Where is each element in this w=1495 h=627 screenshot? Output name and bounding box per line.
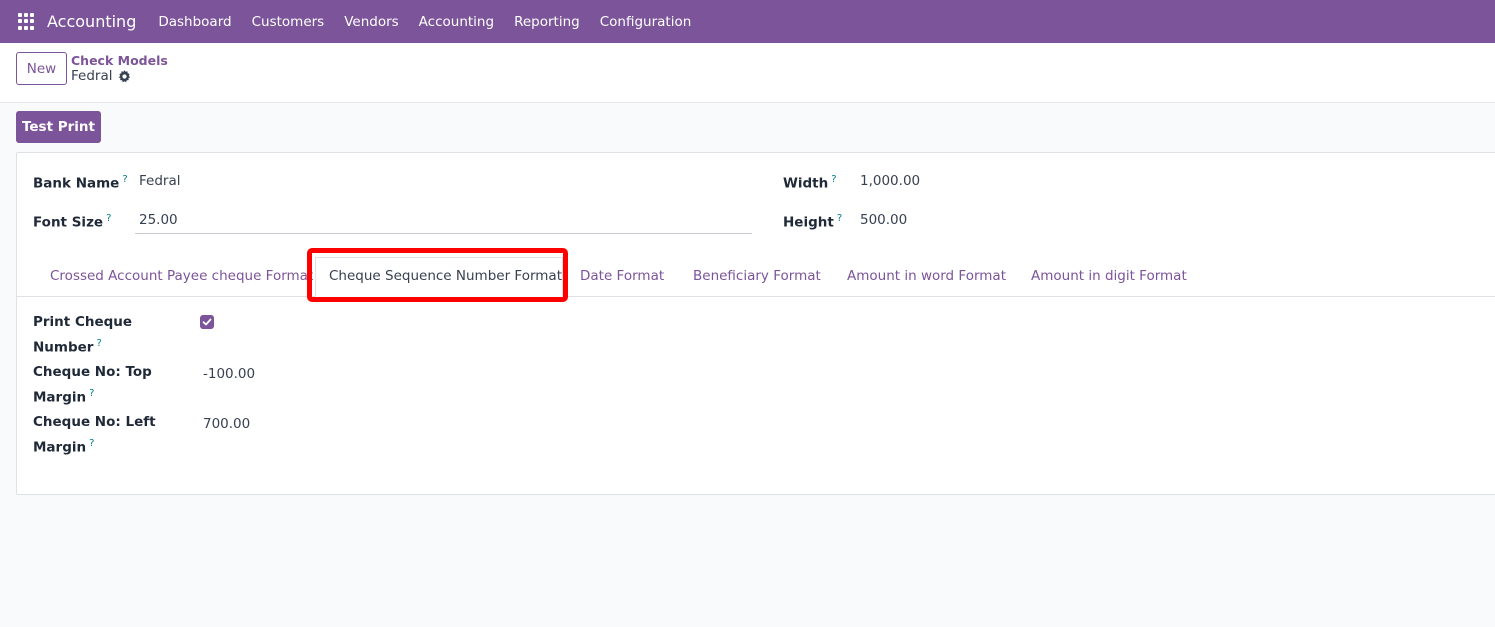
menu-dashboard[interactable]: Dashboard xyxy=(148,14,241,30)
font-size-value: 25.00 xyxy=(139,212,178,228)
menu-reporting[interactable]: Reporting xyxy=(504,14,590,30)
tab-amount-in-digit[interactable]: Amount in digit Format xyxy=(1031,268,1187,284)
record-title: Fedral xyxy=(71,68,131,84)
top-navbar: Accounting Dashboard Customers Vendors A… xyxy=(0,0,1495,43)
width-label: Width? xyxy=(783,174,837,192)
record-name-text: Fedral xyxy=(71,68,113,84)
left-margin-label: Cheque No: Left Margin? xyxy=(33,414,156,456)
top-margin-label: Cheque No: Top Margin? xyxy=(33,364,152,406)
app-title[interactable]: Accounting xyxy=(47,12,136,31)
print-cheque-number-checkbox[interactable] xyxy=(200,315,214,329)
help-icon[interactable]: ? xyxy=(106,213,111,224)
control-panel: New Check Models Fedral xyxy=(0,43,1495,103)
check-icon xyxy=(202,318,212,326)
new-button[interactable]: New xyxy=(16,52,67,85)
tab-beneficiary-format[interactable]: Beneficiary Format xyxy=(693,268,821,284)
width-value[interactable]: 1,000.00 xyxy=(860,173,920,189)
menu-accounting[interactable]: Accounting xyxy=(409,14,504,30)
tab-amount-in-word[interactable]: Amount in word Format xyxy=(847,268,1006,284)
help-icon[interactable]: ? xyxy=(831,174,836,185)
bank-name-label: Bank Name? xyxy=(33,174,128,192)
apps-grid-icon[interactable] xyxy=(18,12,36,31)
font-size-label: Font Size? xyxy=(33,213,112,231)
menu-customers[interactable]: Customers xyxy=(242,14,335,30)
form-sheet: Bank Name? Fedral Font Size? 25.00 Width… xyxy=(16,152,1495,495)
help-icon[interactable]: ? xyxy=(837,213,842,224)
highlight-box xyxy=(307,248,568,302)
height-value[interactable]: 500.00 xyxy=(860,212,907,228)
test-print-button[interactable]: Test Print xyxy=(16,111,101,143)
breadcrumb-check-models[interactable]: Check Models xyxy=(71,53,168,68)
notebook-tabs: Crossed Account Payee cheque Format Cheq… xyxy=(17,253,1495,297)
help-icon[interactable]: ? xyxy=(122,174,127,185)
bank-name-value[interactable]: Fedral xyxy=(139,173,180,189)
print-cheque-number-label: Print Cheque Number? xyxy=(33,314,133,356)
menu-vendors[interactable]: Vendors xyxy=(334,14,408,30)
height-label: Height? xyxy=(783,213,843,231)
tab-date-format[interactable]: Date Format xyxy=(580,268,664,284)
font-size-input[interactable] xyxy=(135,210,752,234)
help-icon[interactable]: ? xyxy=(89,388,94,399)
menu-configuration[interactable]: Configuration xyxy=(590,14,702,30)
gear-icon[interactable] xyxy=(118,69,131,83)
top-margin-value[interactable]: -100.00 xyxy=(203,366,255,382)
left-margin-value[interactable]: 700.00 xyxy=(203,416,250,432)
tab-crossed-account-payee[interactable]: Crossed Account Payee cheque Format xyxy=(50,268,313,284)
help-icon[interactable]: ? xyxy=(89,438,94,449)
help-icon[interactable]: ? xyxy=(96,338,101,349)
